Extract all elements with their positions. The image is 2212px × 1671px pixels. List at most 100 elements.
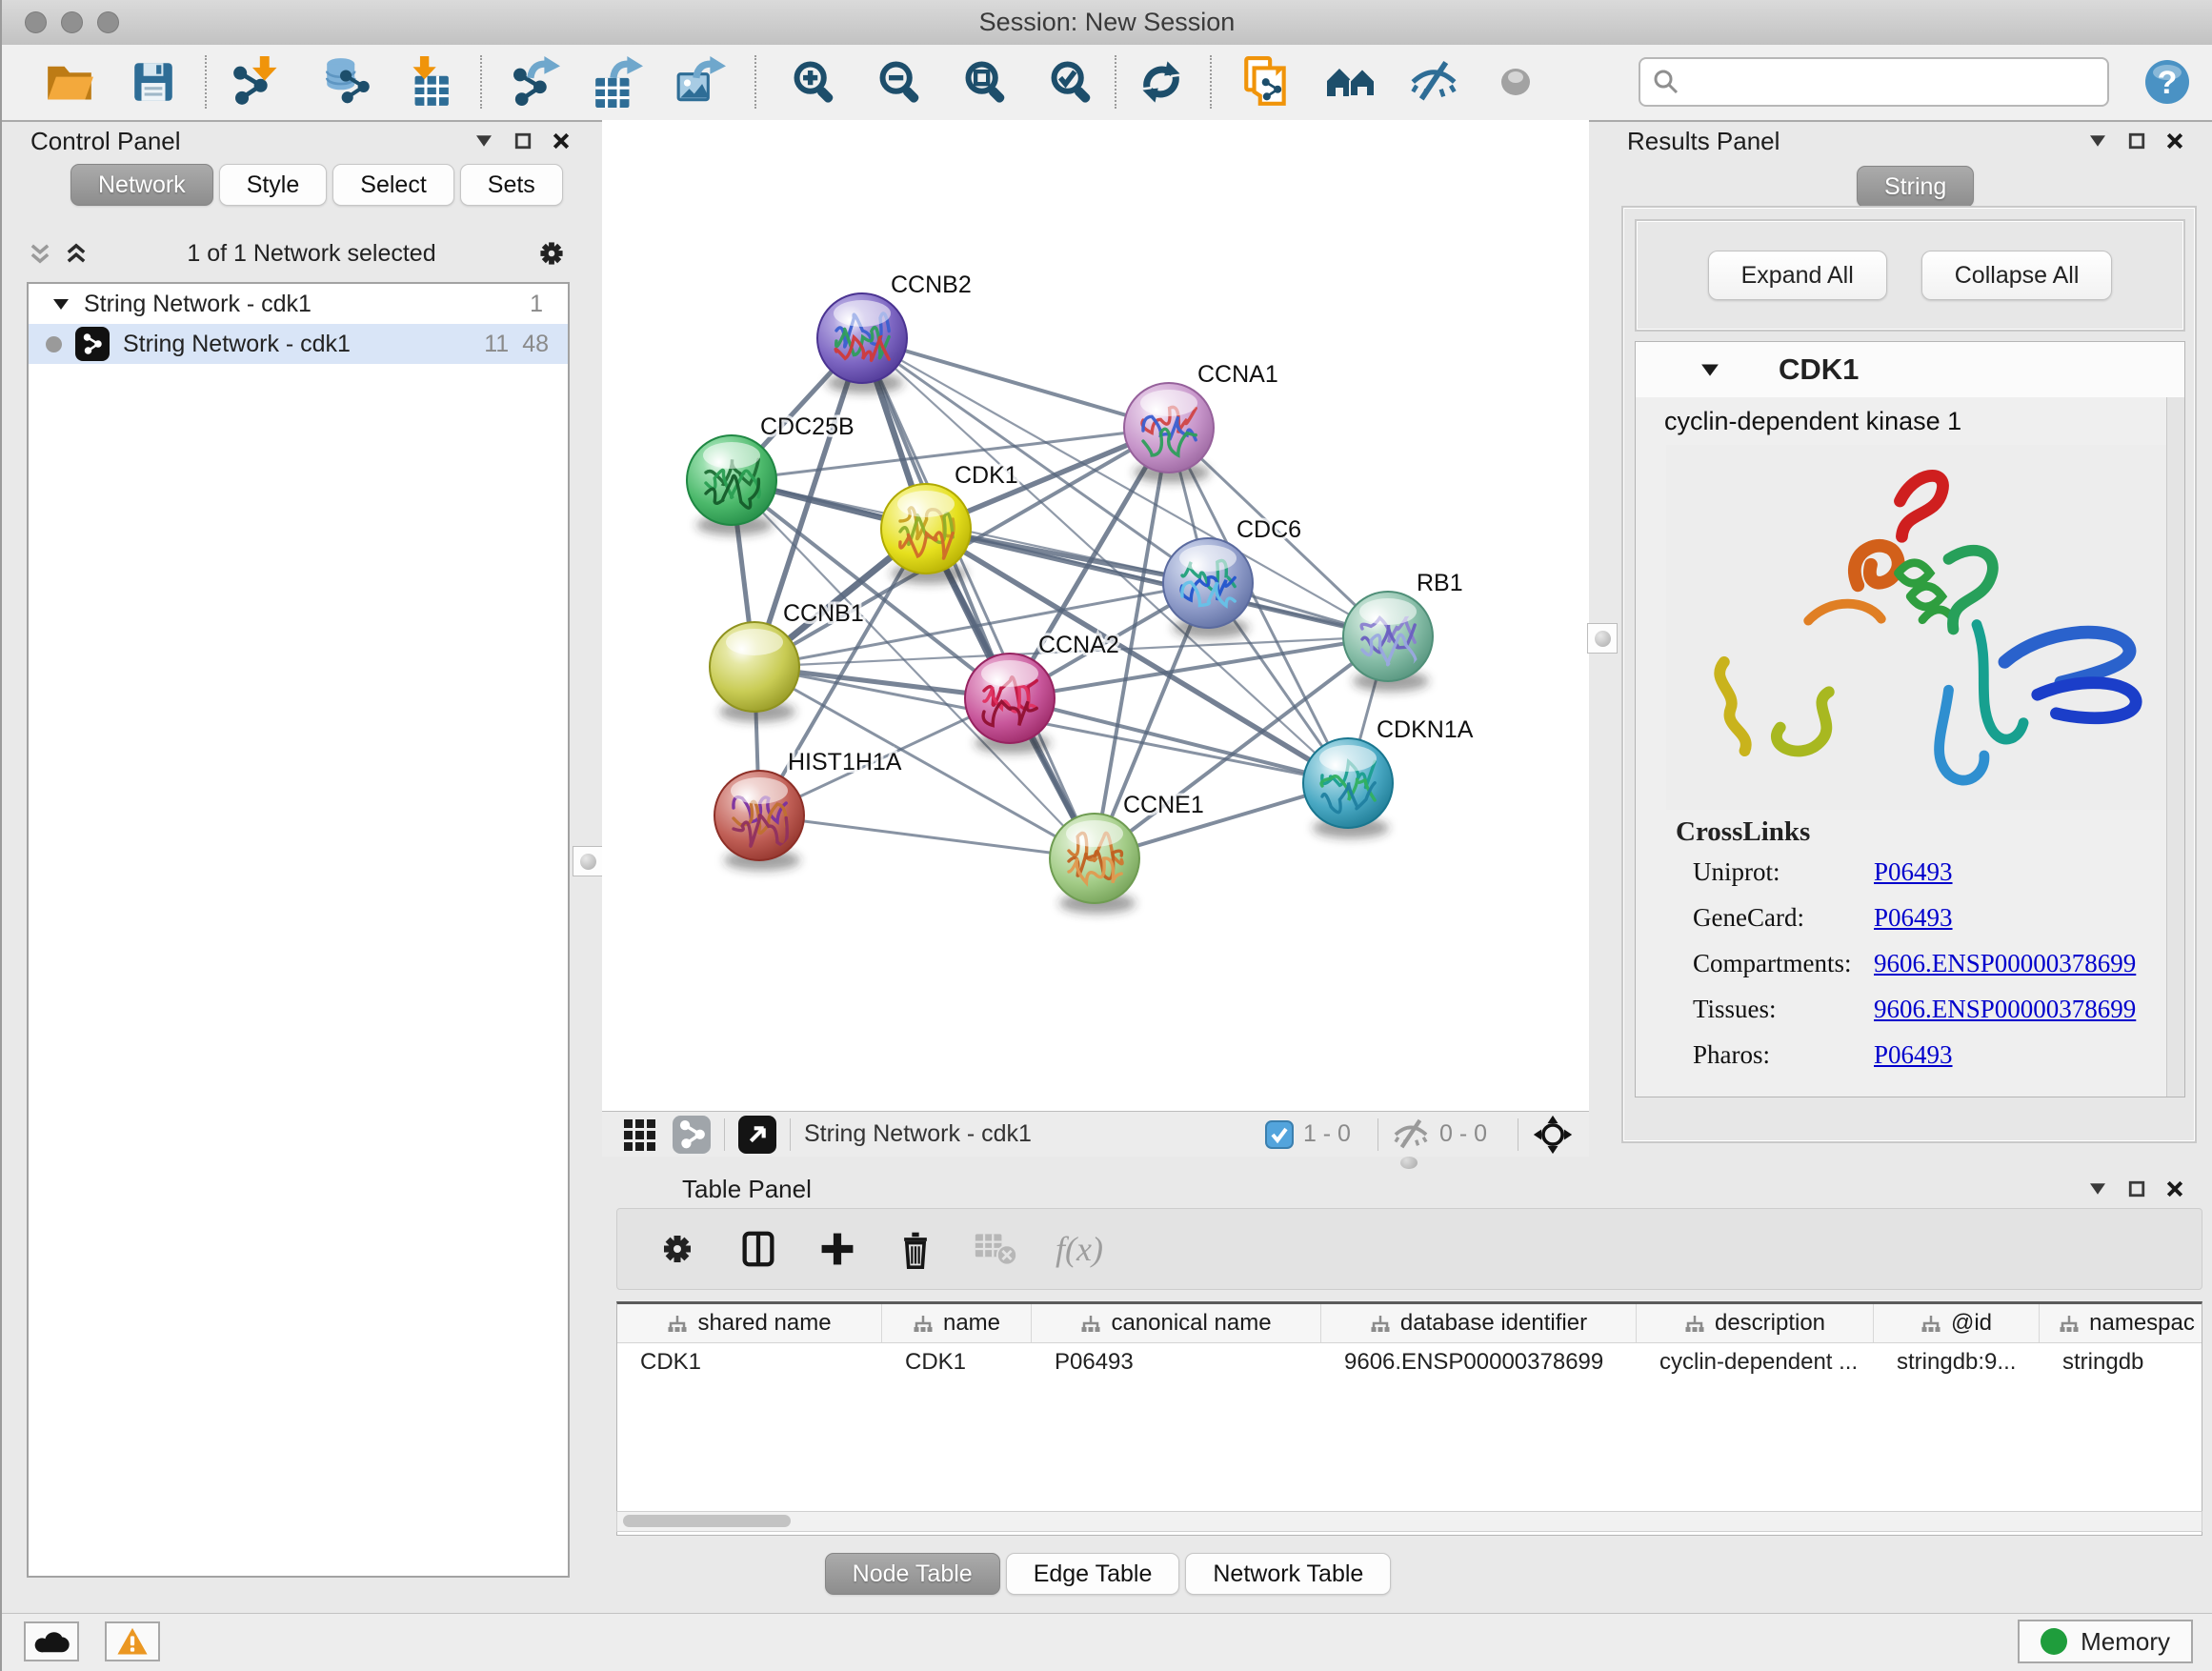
grid-view-icon[interactable]	[621, 1116, 659, 1154]
tab-network-table[interactable]: Network Table	[1185, 1553, 1391, 1595]
gene-section-header[interactable]: CDK1	[1636, 342, 2184, 398]
network-thumbnail-icon[interactable]	[673, 1116, 711, 1154]
import-table-file-button[interactable]	[395, 51, 458, 112]
minimize-window-button[interactable]	[61, 11, 83, 33]
tab-node-table[interactable]: Node Table	[825, 1553, 1000, 1595]
table-row[interactable]: CDK1CDK1P064939606.ENSP00000378699cyclin…	[617, 1343, 2202, 1381]
hidden-eye-slash-icon[interactable]	[1392, 1118, 1430, 1151]
crosslink-link[interactable]: 9606.ENSP00000378699	[1874, 949, 2136, 978]
close-panel-icon[interactable]	[553, 132, 570, 150]
table-horizontal-scrollbar[interactable]	[616, 1511, 2202, 1532]
network-node-CCNA1[interactable]: CCNA1	[1124, 361, 1278, 483]
import-network-file-button[interactable]	[223, 51, 286, 112]
network-node-CDK1[interactable]: CDK1	[881, 462, 1018, 584]
table-cell[interactable]: cyclin-dependent ...	[1637, 1343, 1874, 1381]
export-image-button[interactable]	[669, 51, 732, 112]
expand-all-tree-icon[interactable]	[27, 240, 53, 267]
crosslink-link[interactable]: 9606.ENSP00000378699	[1874, 995, 2136, 1024]
memory-button[interactable]: Memory	[2018, 1620, 2193, 1663]
float-panel-icon[interactable]	[2128, 1180, 2145, 1198]
tab-sets[interactable]: Sets	[460, 164, 563, 206]
network-node-CDC25B[interactable]: CDC25B	[687, 413, 855, 535]
birds-eye-view-icon[interactable]	[738, 1116, 776, 1154]
scrollbar-thumb[interactable]	[623, 1515, 791, 1527]
table-cell[interactable]: stringdb:9...	[1874, 1343, 2040, 1381]
maximize-window-button[interactable]	[97, 11, 119, 33]
show-columns-icon[interactable]	[737, 1227, 779, 1271]
column-header-@id[interactable]: @id	[1874, 1304, 2040, 1342]
network-node-HIST1H1A[interactable]: HIST1H1A	[714, 749, 902, 871]
network-node-CDKN1A[interactable]: CDKN1A	[1303, 716, 1474, 838]
column-header-name[interactable]: name	[882, 1304, 1032, 1342]
column-header-namespac[interactable]: namespac	[2040, 1304, 2202, 1342]
network-edge[interactable]	[759, 815, 1095, 858]
copy-network-view-button[interactable]	[1235, 51, 1297, 112]
table-cell[interactable]: stringdb	[2040, 1343, 2202, 1381]
expand-all-button[interactable]: Expand All	[1708, 251, 1887, 300]
zoom-fit-button[interactable]	[955, 51, 1017, 112]
delete-table-icon[interactable]	[974, 1230, 1017, 1268]
tab-string[interactable]: String	[1857, 166, 1974, 208]
function-builder-button[interactable]: f(x)	[1056, 1229, 1103, 1269]
caret-down-icon[interactable]	[51, 294, 70, 313]
import-network-database-button[interactable]	[316, 51, 379, 112]
search-input[interactable]	[1688, 68, 2096, 97]
network-row-selected[interactable]: String Network - cdk1 11 48	[29, 324, 568, 364]
hide-panels-button[interactable]	[1402, 51, 1465, 112]
caret-down-icon[interactable]	[1699, 360, 1721, 379]
collapse-all-button[interactable]: Collapse All	[1921, 251, 2113, 300]
collapse-all-tree-icon[interactable]	[63, 240, 90, 267]
crosslink-link[interactable]: P06493	[1874, 903, 1953, 933]
network-collection-row[interactable]: String Network - cdk1 1	[29, 284, 568, 324]
network-view-canvas[interactable]: CCNB2CCNA1CDC25BCDK1CDC6RB1CCNB1CCNA2CDK…	[602, 120, 1589, 1111]
table-cell[interactable]: CDK1	[617, 1343, 882, 1381]
tab-edge-table[interactable]: Edge Table	[1006, 1553, 1180, 1595]
zoom-in-button[interactable]	[783, 51, 846, 112]
export-table-button[interactable]	[586, 51, 649, 112]
column-header-database-identifier[interactable]: database identifier	[1321, 1304, 1637, 1342]
export-network-button[interactable]	[503, 51, 566, 112]
network-node-CCNB1[interactable]: CCNB1	[710, 600, 864, 722]
column-header-shared-name[interactable]: shared name	[617, 1304, 882, 1342]
tab-network[interactable]: Network	[70, 164, 213, 206]
help-button[interactable]: ?	[2136, 51, 2199, 112]
close-panel-icon[interactable]	[2166, 132, 2183, 150]
delete-column-trash-icon[interactable]	[895, 1227, 935, 1271]
tab-select[interactable]: Select	[332, 164, 453, 206]
show-panels-button[interactable]	[1484, 51, 1547, 112]
network-edge[interactable]	[862, 338, 1095, 858]
right-splitter-handle[interactable]	[1587, 623, 1618, 654]
results-scrollbar[interactable]	[2166, 397, 2184, 1097]
network-node-CDC6[interactable]: CDC6	[1163, 516, 1301, 638]
left-splitter-handle[interactable]	[573, 846, 603, 876]
home-networks-button[interactable]	[1320, 51, 1383, 112]
refresh-layout-button[interactable]	[1130, 51, 1193, 112]
crosslink-link[interactable]: P06493	[1874, 1040, 1953, 1070]
add-column-icon[interactable]	[817, 1229, 857, 1269]
collapse-panel-icon[interactable]	[474, 133, 493, 149]
zoom-out-button[interactable]	[869, 51, 932, 112]
selected-checkbox-icon[interactable]	[1265, 1120, 1294, 1149]
close-window-button[interactable]	[25, 11, 47, 33]
collapse-panel-icon[interactable]	[2088, 1181, 2107, 1197]
float-panel-icon[interactable]	[514, 132, 532, 150]
collapse-panel-icon[interactable]	[2088, 133, 2107, 149]
column-header-canonical-name[interactable]: canonical name	[1032, 1304, 1321, 1342]
column-header-description[interactable]: description	[1637, 1304, 1874, 1342]
network-node-RB1[interactable]: RB1	[1343, 570, 1463, 692]
network-edge[interactable]	[862, 338, 1169, 428]
close-panel-icon[interactable]	[2166, 1180, 2183, 1198]
save-session-button[interactable]	[122, 51, 185, 112]
network-node-CCNB2[interactable]: CCNB2	[817, 272, 972, 393]
crosslink-link[interactable]: P06493	[1874, 857, 1953, 887]
float-panel-icon[interactable]	[2128, 132, 2145, 150]
table-cell[interactable]: CDK1	[882, 1343, 1032, 1381]
table-settings-gear-icon[interactable]	[655, 1227, 699, 1271]
cloud-status-button[interactable]	[24, 1621, 79, 1661]
network-options-gear-icon[interactable]	[533, 235, 570, 272]
zoom-selected-button[interactable]	[1040, 51, 1103, 112]
table-cell[interactable]: 9606.ENSP00000378699	[1321, 1343, 1637, 1381]
tab-style[interactable]: Style	[219, 164, 328, 206]
table-cell[interactable]: P06493	[1032, 1343, 1321, 1381]
warnings-button[interactable]	[105, 1621, 160, 1661]
